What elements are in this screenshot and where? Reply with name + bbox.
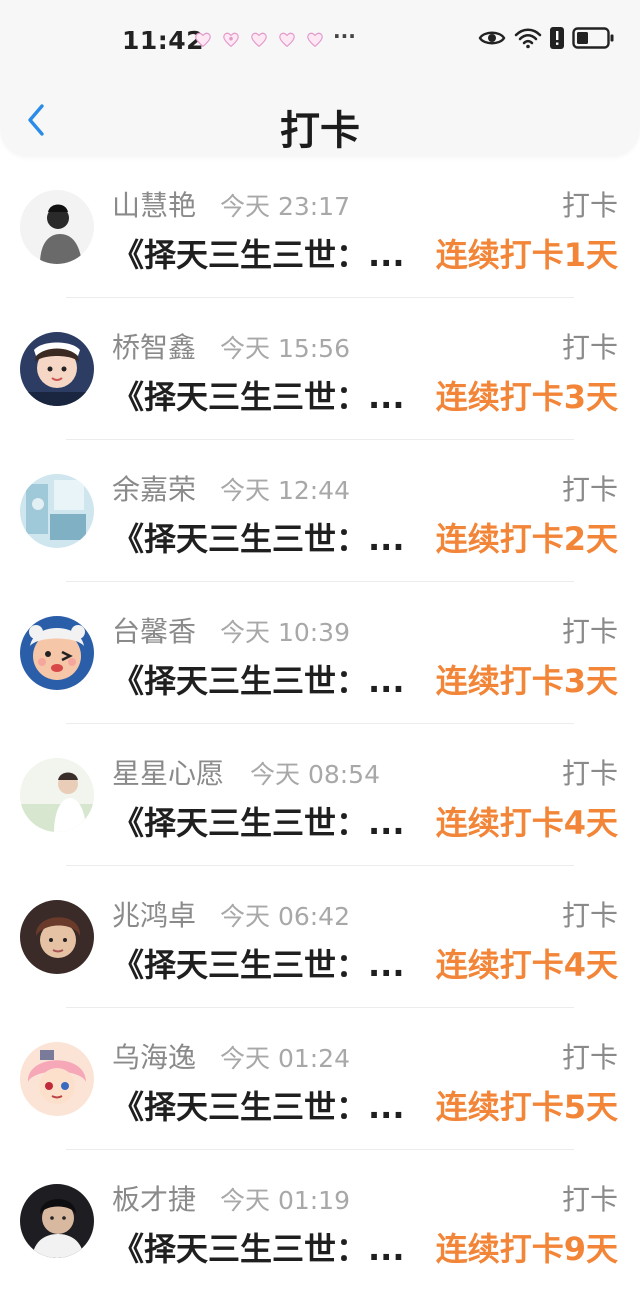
checkin-label: 打卡: [561, 899, 618, 932]
notification-icons: [194, 31, 324, 49]
avatar[interactable]: [20, 616, 94, 690]
checkin-time: 今天 01:19: [220, 1186, 350, 1215]
checkin-time: 今天 23:17: [220, 192, 350, 221]
user-name[interactable]: 乌海逸: [112, 1036, 196, 1076]
list-item[interactable]: 乌海逸 今天 01:24 打卡 《择天三生三世：... 连续打卡5天: [0, 1008, 640, 1150]
app-header: 11:42 ··· 打卡: [0, 0, 640, 156]
heart-icon: [307, 32, 323, 48]
book-title[interactable]: 《择天三生三世：...: [112, 1224, 404, 1270]
heart-icon: [251, 32, 267, 48]
checkin-list: 山慧艳 今天 23:17 打卡 《择天三生三世：... 连续打卡1天 桥智鑫 今…: [0, 156, 640, 1292]
book-title[interactable]: 《择天三生三世：...: [112, 372, 404, 418]
checkin-label: 打卡: [561, 1183, 618, 1216]
book-title[interactable]: 《择天三生三世：...: [112, 656, 404, 702]
avatar[interactable]: [20, 474, 94, 548]
checkin-time: 今天 01:24: [220, 1044, 350, 1073]
battery-icon: [572, 27, 614, 49]
avatar[interactable]: [20, 758, 94, 832]
user-name[interactable]: 桥智鑫: [112, 326, 196, 366]
user-name[interactable]: 星星心愿: [112, 752, 224, 792]
more-notifications-icon: ···: [333, 24, 356, 48]
heart-icon: [223, 32, 239, 48]
checkin-label: 打卡: [561, 473, 618, 506]
streak-count: 连续打卡5天: [435, 1088, 618, 1126]
avatar[interactable]: [20, 1184, 94, 1258]
streak-count: 连续打卡3天: [435, 378, 618, 416]
book-title[interactable]: 《择天三生三世：...: [112, 798, 404, 844]
user-name[interactable]: 板才捷: [112, 1178, 196, 1218]
list-item[interactable]: 山慧艳 今天 23:17 打卡 《择天三生三世：... 连续打卡1天: [0, 156, 640, 298]
user-name[interactable]: 兆鸿卓: [112, 894, 196, 934]
book-title[interactable]: 《择天三生三世：...: [112, 1082, 404, 1128]
heart-icon: [195, 32, 211, 48]
book-title[interactable]: 《择天三生三世：...: [112, 514, 404, 560]
book-title[interactable]: 《择天三生三世：...: [112, 230, 404, 276]
user-name[interactable]: 余嘉荣: [112, 468, 196, 508]
streak-count: 连续打卡1天: [435, 236, 618, 274]
page-title: 打卡: [280, 108, 360, 154]
streak-count: 连续打卡3天: [435, 662, 618, 700]
user-name[interactable]: 山慧艳: [112, 184, 196, 224]
streak-count: 连续打卡9天: [435, 1230, 618, 1268]
avatar[interactable]: [20, 332, 94, 406]
checkin-time: 今天 15:56: [220, 334, 350, 363]
list-item[interactable]: 桥智鑫 今天 15:56 打卡 《择天三生三世：... 连续打卡3天: [0, 298, 640, 440]
avatar[interactable]: [20, 190, 94, 264]
streak-count: 连续打卡2天: [435, 520, 618, 558]
eye-icon: [478, 31, 506, 45]
checkin-label: 打卡: [561, 189, 618, 222]
checkin-time: 今天 10:39: [220, 618, 350, 647]
streak-count: 连续打卡4天: [435, 804, 618, 842]
avatar[interactable]: [20, 900, 94, 974]
checkin-label: 打卡: [561, 1041, 618, 1074]
user-name[interactable]: 台馨香: [112, 610, 196, 650]
checkin-time: 今天 08:54: [250, 760, 380, 789]
list-item[interactable]: 星星心愿 今天 08:54 打卡 《择天三生三世：... 连续打卡4天: [0, 724, 640, 866]
list-item[interactable]: 台馨香 今天 10:39 打卡 《择天三生三世：... 连续打卡3天: [0, 582, 640, 724]
checkin-time: 今天 06:42: [220, 902, 350, 931]
checkin-label: 打卡: [561, 331, 618, 364]
alert-icon: [550, 27, 564, 49]
avatar[interactable]: [20, 1042, 94, 1116]
status-indicators: [478, 27, 614, 49]
book-title[interactable]: 《择天三生三世：...: [112, 940, 404, 986]
list-item[interactable]: 兆鸿卓 今天 06:42 打卡 《择天三生三世：... 连续打卡4天: [0, 866, 640, 1008]
wifi-icon: [514, 28, 542, 49]
checkin-label: 打卡: [561, 615, 618, 648]
streak-count: 连续打卡4天: [435, 946, 618, 984]
list-item[interactable]: 板才捷 今天 01:19 打卡 《择天三生三世：... 连续打卡9天: [0, 1150, 640, 1292]
checkin-time: 今天 12:44: [220, 476, 350, 505]
status-time: 11:42: [122, 26, 205, 55]
heart-icon: [279, 32, 295, 48]
list-item[interactable]: 余嘉荣 今天 12:44 打卡 《择天三生三世：... 连续打卡2天: [0, 440, 640, 582]
checkin-label: 打卡: [561, 757, 618, 790]
